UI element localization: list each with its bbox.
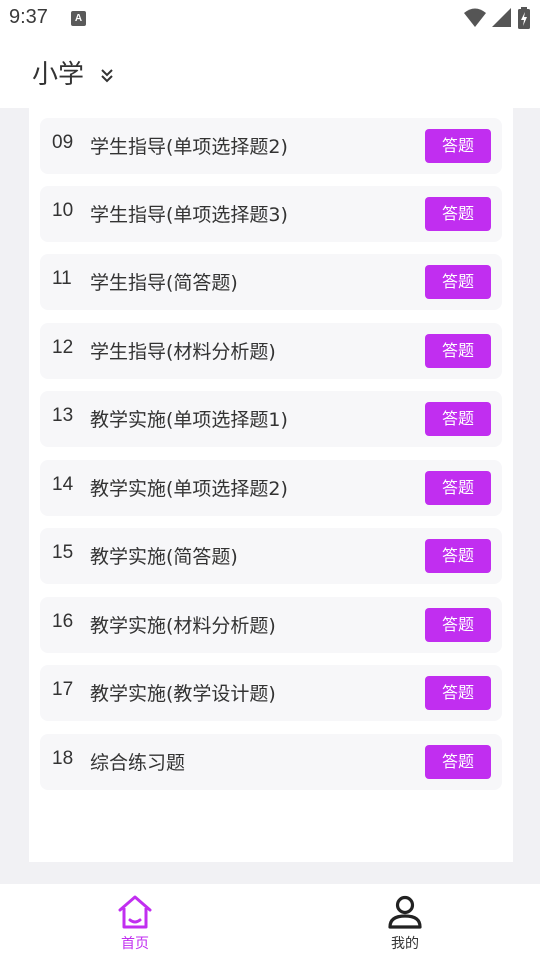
item-title: 教学实施(简答题) — [90, 546, 238, 568]
wifi-icon — [464, 8, 486, 27]
item-number: 18 — [52, 748, 74, 769]
nav-mine-label: 我的 — [391, 936, 419, 952]
answer-button[interactable]: 答题 — [425, 539, 491, 573]
item-number: 14 — [52, 474, 74, 495]
answer-button[interactable]: 答题 — [425, 129, 491, 163]
item-number: 12 — [52, 337, 74, 358]
list-item: 15 教学实施(简答题) 答题 — [40, 528, 502, 584]
answer-button[interactable]: 答题 — [425, 265, 491, 299]
list-item: 17 教学实施(教学设计题) 答题 — [40, 665, 502, 721]
item-number: 17 — [52, 679, 74, 700]
list-item: 13 教学实施(单项选择题1) 答题 — [40, 391, 502, 447]
notification-icon: A — [71, 11, 86, 26]
item-title: 教学实施(材料分析题) — [90, 615, 276, 637]
item-number: 10 — [52, 200, 74, 221]
header: 小学 — [0, 36, 540, 108]
item-title: 教学实施(单项选择题2) — [90, 478, 288, 500]
home-icon — [118, 895, 152, 929]
item-number: 15 — [52, 542, 74, 563]
item-number: 11 — [52, 268, 72, 289]
status-bar: 9:37 A — [0, 0, 540, 36]
list-item: 16 教学实施(材料分析题) 答题 — [40, 597, 502, 653]
nav-mine[interactable]: 我的 — [345, 892, 465, 958]
exercise-list: 09 学生指导(单项选择题2) 答题 10 学生指导(单项选择题3) 答题 11… — [29, 108, 513, 862]
item-title: 综合练习题 — [90, 752, 186, 774]
item-title: 学生指导(简答题) — [90, 272, 238, 294]
item-number: 09 — [52, 132, 74, 153]
list-item: 14 教学实施(单项选择题2) 答题 — [40, 460, 502, 516]
list-item: 18 综合练习题 答题 — [40, 734, 502, 790]
bottom-nav: 首页 我的 — [0, 884, 540, 960]
answer-button[interactable]: 答题 — [425, 197, 491, 231]
item-number: 13 — [52, 405, 74, 426]
battery-icon — [518, 7, 530, 29]
item-number: 16 — [52, 611, 74, 632]
level-selector-title[interactable]: 小学 — [32, 54, 84, 91]
status-icons — [464, 7, 530, 29]
double-chevron-down-icon[interactable] — [98, 66, 116, 84]
item-title: 教学实施(教学设计题) — [90, 683, 276, 705]
answer-button[interactable]: 答题 — [425, 608, 491, 642]
answer-button[interactable]: 答题 — [425, 745, 491, 779]
list-item: 11 学生指导(简答题) 答题 — [40, 254, 502, 310]
list-item: 10 学生指导(单项选择题3) 答题 — [40, 186, 502, 242]
nav-home[interactable]: 首页 — [75, 892, 195, 958]
item-title: 学生指导(材料分析题) — [90, 341, 276, 363]
item-title: 教学实施(单项选择题1) — [90, 409, 288, 431]
answer-button[interactable]: 答题 — [425, 676, 491, 710]
nav-home-label: 首页 — [121, 936, 149, 952]
answer-button[interactable]: 答题 — [425, 471, 491, 505]
list-item: 09 学生指导(单项选择题2) 答题 — [40, 118, 502, 174]
answer-button[interactable]: 答题 — [425, 402, 491, 436]
signal-icon — [492, 8, 511, 27]
item-title: 学生指导(单项选择题2) — [90, 136, 288, 158]
status-time: 9:37 — [9, 6, 48, 28]
list-item: 12 学生指导(材料分析题) 答题 — [40, 323, 502, 379]
person-icon — [388, 895, 422, 929]
answer-button[interactable]: 答题 — [425, 334, 491, 368]
item-title: 学生指导(单项选择题3) — [90, 204, 288, 226]
